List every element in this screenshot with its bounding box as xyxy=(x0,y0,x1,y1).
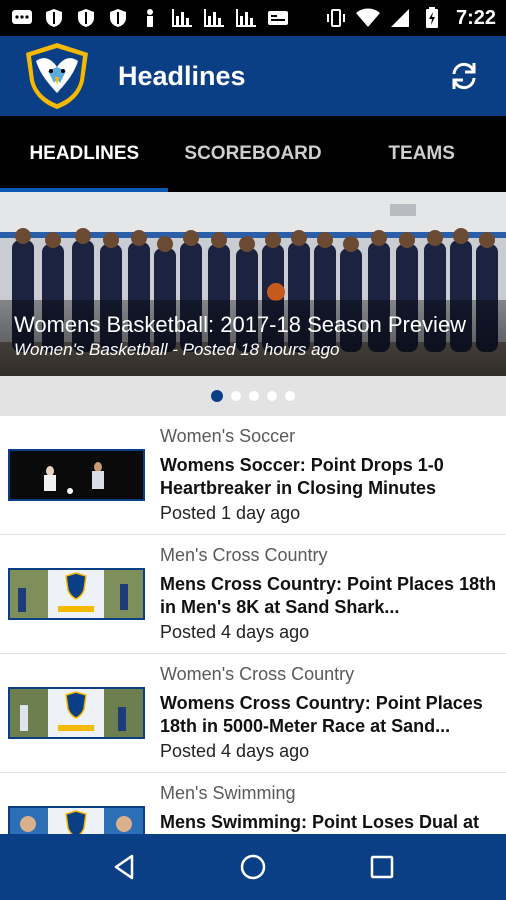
featured-subtitle: Women's Basketball - Posted 18 hours ago xyxy=(14,340,340,359)
list-item[interactable]: Women's Cross Country Womens Cross Count… xyxy=(0,654,506,773)
wifi-icon xyxy=(355,7,380,29)
article-category: Women's Cross Country xyxy=(160,664,355,684)
tab-label: TEAMS xyxy=(388,143,455,164)
system-nav-bar xyxy=(0,834,506,900)
clock: 7:22 xyxy=(455,6,496,29)
list-item[interactable]: Men's Swimming Mens Swimming: Point Lose… xyxy=(0,773,506,834)
carousel-pager xyxy=(0,376,506,416)
home-icon xyxy=(240,854,266,880)
team-logo xyxy=(22,41,92,111)
status-bar: 7:22 xyxy=(0,0,506,36)
featured-story[interactable]: Womens Basketball: 2017-18 Season Previe… xyxy=(0,192,506,376)
shield-icon xyxy=(106,7,130,29)
card-icon xyxy=(266,7,290,29)
featured-title: Womens Basketball: 2017-18 Season Previe… xyxy=(14,312,467,337)
article-category: Women's Soccer xyxy=(160,426,296,446)
tab-teams[interactable]: TEAMS xyxy=(337,116,506,192)
chart-icon xyxy=(202,7,226,29)
shield-icon xyxy=(74,7,98,29)
chart-icon xyxy=(170,7,194,29)
recents-button[interactable] xyxy=(362,847,402,887)
article-date: Posted 4 days ago xyxy=(160,622,310,642)
page-title: Headlines xyxy=(118,60,246,91)
tab-headlines[interactable]: HEADLINES xyxy=(0,116,169,192)
pager-dot[interactable] xyxy=(231,391,241,401)
pager-dot[interactable] xyxy=(249,391,259,401)
shield-icon xyxy=(42,7,66,29)
tab-label: HEADLINES xyxy=(29,143,140,164)
article-thumbnail xyxy=(8,449,145,501)
article-thumbnail xyxy=(8,806,145,834)
tab-bar: HEADLINES SCOREBOARD TEAMS xyxy=(0,116,506,192)
article-thumbnail xyxy=(8,568,145,620)
app-bar: Headlines xyxy=(0,36,506,116)
article-title: Womens Soccer: Point Drops 1-0 Heartbrea… xyxy=(160,455,444,498)
refresh-icon xyxy=(452,62,476,90)
article-date: Posted 4 days ago xyxy=(160,741,310,761)
tab-label: SCOREBOARD xyxy=(184,143,322,164)
figure-icon xyxy=(138,7,162,29)
signal-icon xyxy=(388,7,412,29)
tab-scoreboard[interactable]: SCOREBOARD xyxy=(169,116,338,192)
article-date: Posted 1 day ago xyxy=(160,503,301,523)
article-list: Women's Soccer Womens Soccer: Point Drop… xyxy=(0,416,506,834)
chart-icon xyxy=(234,7,258,29)
article-title: Mens Swimming: Point Loses Dual at xyxy=(160,812,480,832)
article-title: Womens Cross Country: Point Places 18th … xyxy=(160,693,483,736)
pager-dot-active[interactable] xyxy=(211,390,223,402)
back-button[interactable] xyxy=(104,847,144,887)
messages-icon xyxy=(10,7,34,29)
battery-icon xyxy=(420,7,444,29)
list-item[interactable]: Women's Soccer Womens Soccer: Point Drop… xyxy=(0,416,506,535)
article-title: Mens Cross Country: Point Places 18th in… xyxy=(160,574,497,617)
article-category: Men's Cross Country xyxy=(160,545,328,565)
vibrate-icon xyxy=(324,7,348,29)
article-category: Men's Swimming xyxy=(160,783,296,803)
home-button[interactable] xyxy=(233,847,273,887)
list-item[interactable]: Men's Cross Country Mens Cross Country: … xyxy=(0,535,506,654)
back-icon xyxy=(115,854,134,880)
refresh-button[interactable] xyxy=(444,56,484,96)
recents-icon xyxy=(370,855,393,879)
article-thumbnail xyxy=(8,687,145,739)
pager-dot[interactable] xyxy=(267,391,277,401)
pager-dot[interactable] xyxy=(285,391,295,401)
